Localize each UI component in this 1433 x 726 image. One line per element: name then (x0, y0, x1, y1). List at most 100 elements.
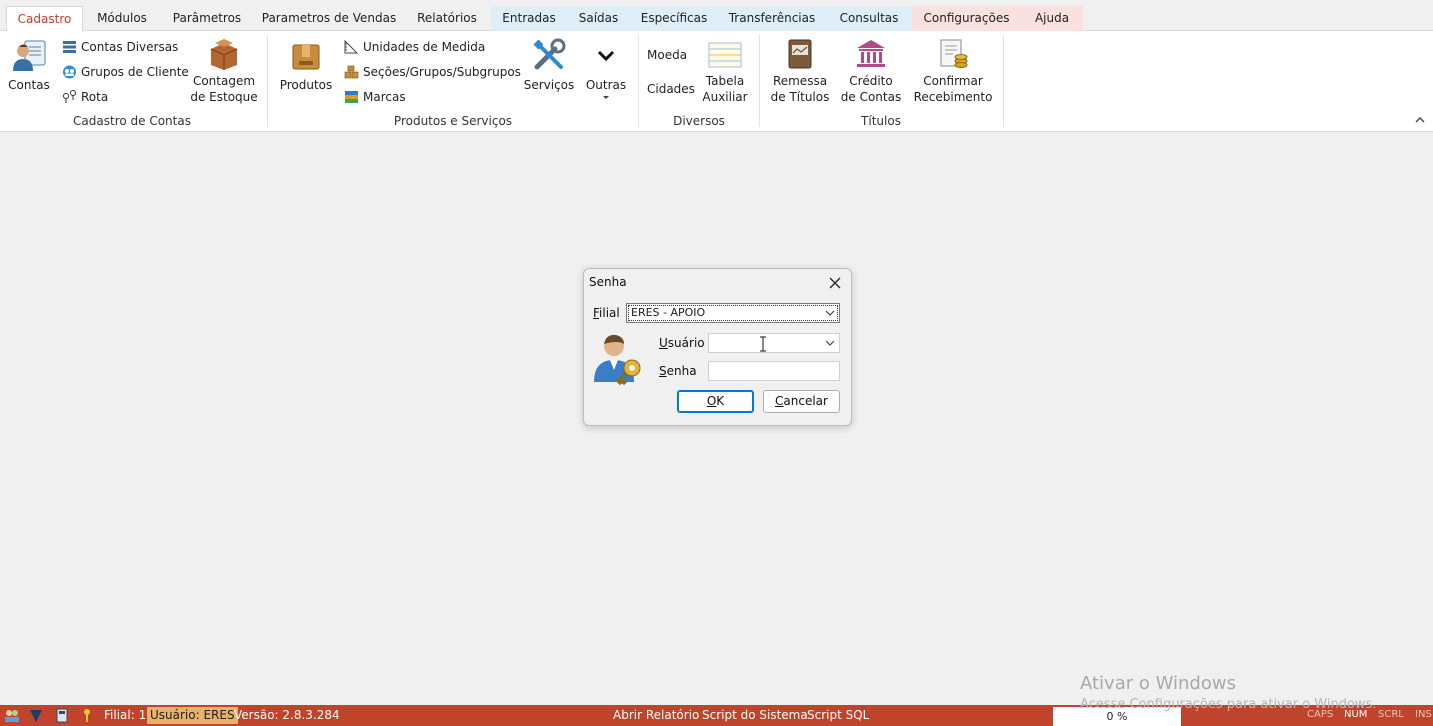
filial-status: Filial: 1 (104, 708, 147, 722)
marcas-button[interactable]: Marcas (344, 88, 406, 106)
unidades-medida-label: Unidades de Medida (363, 40, 486, 54)
servicos-label: Serviços (523, 78, 575, 92)
secoes-grupos-button[interactable]: Seções/Grupos/Subgrupos (344, 63, 521, 81)
activate-windows-subtitle: Acesse Configurações para ativar o Windo… (1080, 697, 1377, 712)
group-label-produtos-servicos: Produtos e Serviços (393, 114, 513, 128)
people-icon[interactable] (4, 708, 20, 723)
ribbon-tab-bar: Cadastro Módulos Parâmetros Parametros d… (0, 0, 1433, 32)
tab-relatorios[interactable]: Relatórios (406, 6, 488, 31)
moeda-label: Moeda (647, 48, 688, 62)
contas-button[interactable]: Contas (6, 37, 52, 93)
ok-button[interactable]: OK (677, 390, 754, 413)
unidades-medida-button[interactable]: Unidades de Medida (344, 38, 485, 56)
group-label-titulos: Títulos (861, 114, 901, 128)
cidades-label: Cidades (647, 82, 695, 96)
tab-ajuda[interactable]: Ajuda (1021, 6, 1083, 31)
ribbon-panel: Contas Contas Diversas Grupos de Cliente… (0, 31, 1433, 132)
close-icon[interactable] (825, 273, 845, 293)
script-sql-link[interactable]: Script SQL (807, 708, 869, 722)
tools-icon (533, 38, 566, 70)
tab-transferencias[interactable]: Transferências (718, 6, 826, 31)
tab-configuracoes[interactable]: Configurações (912, 6, 1021, 31)
contagem-line2: de Estoque (190, 90, 258, 104)
senha-label: Senha (659, 364, 697, 378)
bank-icon (857, 40, 885, 67)
tabela-line1: Tabela (705, 74, 745, 88)
tabela-auxiliar-button[interactable]: Tabela Auxiliar (700, 37, 750, 105)
table-icon (708, 42, 742, 68)
credito-line2: de Contas (840, 90, 902, 104)
contagem-line1: Contagem (192, 74, 256, 88)
chevron-down-icon[interactable] (824, 336, 836, 350)
tabela-line2: Auxiliar (702, 90, 748, 104)
dialog-title: Senha (589, 275, 627, 289)
person-card-icon (13, 40, 46, 71)
tab-especificas[interactable]: Específicas (630, 6, 718, 31)
chevron-down-icon (597, 50, 615, 62)
rota-label: Rota (81, 90, 109, 104)
usuario-label: Usuário (659, 336, 705, 350)
produtos-label: Produtos (279, 78, 333, 92)
cidades-button[interactable]: Cidades (647, 80, 695, 98)
shield-icon[interactable] (28, 708, 44, 723)
tab-consultas[interactable]: Consultas (826, 6, 912, 31)
scrl-indicator: SCRL (1378, 709, 1404, 720)
route-pin-icon (63, 90, 76, 103)
outras-button[interactable]: Outras (584, 37, 628, 101)
grupos-cliente-label: Grupos de Cliente (81, 65, 189, 79)
usuario-status: Usuário: ERES (147, 707, 238, 724)
senha-input[interactable] (708, 361, 840, 381)
contas-label: Contas (8, 78, 50, 92)
credito-line1: Crédito (849, 74, 893, 88)
abrir-relatorio-link[interactable]: Abrir Relatório (613, 708, 699, 722)
ruler-icon (344, 39, 359, 54)
ins-indicator: INS (1415, 709, 1432, 720)
key-icon[interactable] (81, 708, 93, 723)
tab-saidas[interactable]: Saídas (567, 6, 630, 31)
list-icon (63, 41, 76, 53)
dropdown-caret-icon (603, 96, 609, 99)
tab-entradas[interactable]: Entradas (491, 6, 567, 31)
boxes-stack-icon (344, 65, 359, 79)
confirmar-line1: Confirmar (923, 74, 983, 88)
confirmar-line2: Recebimento (913, 90, 993, 104)
tags-icon (345, 91, 358, 103)
filial-label: Filial (593, 306, 620, 320)
group-label-cadastro-contas: Cadastro de Contas (73, 114, 191, 128)
group-separator (1003, 35, 1004, 127)
product-box-icon (292, 44, 320, 70)
box-icon (210, 39, 238, 70)
outras-label: Outras (585, 78, 627, 92)
user-key-icon (594, 334, 641, 386)
rota-button[interactable]: Rota (62, 88, 108, 106)
tab-parametros-de-vendas[interactable]: Parametros de Vendas (256, 6, 402, 31)
receipt-coins-icon (940, 39, 968, 68)
marcas-label: Marcas (363, 90, 406, 104)
tab-parametros[interactable]: Parâmetros (162, 6, 252, 31)
remessa-line1: Remessa (772, 74, 828, 88)
group-users-icon (63, 65, 76, 79)
produtos-button[interactable]: Produtos (278, 37, 334, 93)
filial-select[interactable]: ERES - APOIO (626, 303, 840, 323)
text-cursor-icon (760, 336, 766, 352)
credito-contas-button[interactable]: Crédito de Contas (840, 37, 902, 105)
remessa-titulos-button[interactable]: Remessa de Títulos (770, 37, 830, 105)
calculator-icon[interactable] (55, 708, 69, 723)
usuario-select[interactable] (708, 333, 840, 353)
chevron-down-icon[interactable] (824, 306, 836, 320)
confirmar-recebimento-button[interactable]: Confirmar Recebimento (912, 37, 994, 105)
grupos-cliente-button[interactable]: Grupos de Cliente (62, 63, 189, 81)
collapse-ribbon-icon[interactable] (1415, 114, 1425, 127)
contagem-estoque-button[interactable]: Contagem de Estoque (186, 37, 262, 105)
contas-diversas-label: Contas Diversas (81, 40, 179, 54)
login-dialog: Senha Filial ERES - APOIO Usuário Senha … (583, 268, 852, 426)
activate-windows-title: Ativar o Windows (1080, 673, 1236, 694)
script-sistema-link[interactable]: Script do Sistema (702, 708, 808, 722)
remessa-line2: de Títulos (770, 90, 830, 104)
tab-modulos[interactable]: Módulos (86, 6, 158, 31)
servicos-button[interactable]: Serviços (522, 37, 576, 93)
moeda-button[interactable]: Moeda (647, 46, 687, 64)
contas-diversas-button[interactable]: Contas Diversas (62, 38, 178, 56)
tab-cadastro[interactable]: Cadastro (6, 6, 83, 32)
cancel-button[interactable]: Cancelar (763, 390, 840, 413)
